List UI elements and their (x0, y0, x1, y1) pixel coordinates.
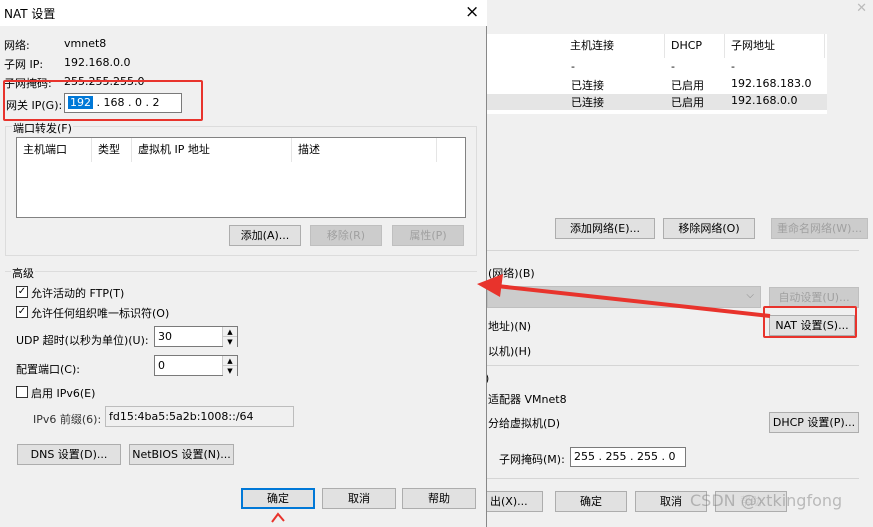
watermark: CSDN @xtkingfong (690, 491, 843, 510)
arrow-annotation-icon (271, 274, 771, 523)
